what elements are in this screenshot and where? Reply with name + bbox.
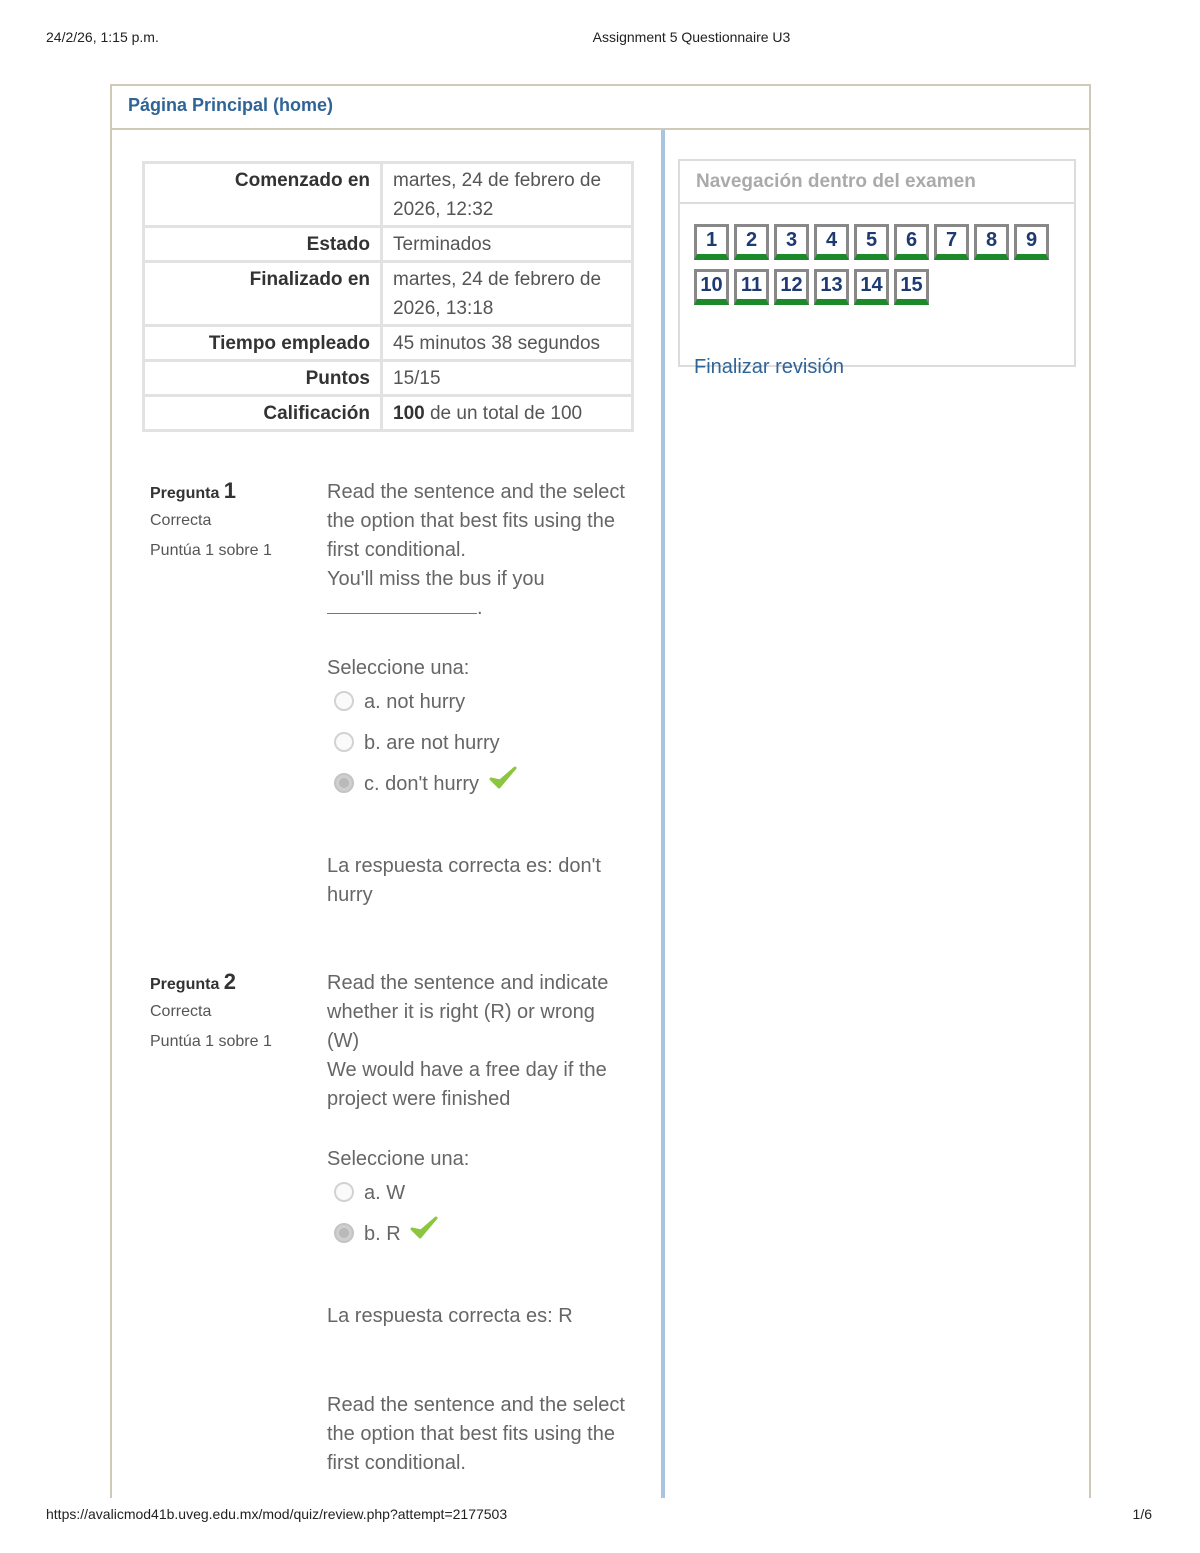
question-content: Read the sentence and indicate whether i… [327,969,627,1331]
answer-option-selected[interactable]: c. don't hurry [327,765,627,806]
nav-question-4[interactable]: 4 [814,224,849,260]
nav-question-13[interactable]: 13 [814,269,849,305]
question-text: Read the sentence and the select the opt… [327,1394,625,1474]
right-answer: La respuesta correcta es: R [327,1305,573,1327]
grade-total: de un total de 100 [424,403,583,424]
question-content: Read the sentence and the select the opt… [327,1391,627,1478]
summary-row-state: Estado Terminados [142,225,634,263]
question-sentence: You'll miss the bus if you [327,568,545,590]
summary-row-grade: Calificación 100 de un total de 100 [142,394,634,432]
select-prompt: Seleccione una: [327,1148,470,1170]
grade-score: 100 [393,403,425,424]
question-text: Read the sentence and the select the opt… [327,481,625,561]
nav-question-11[interactable]: 11 [734,269,769,305]
nav-question-5[interactable]: 5 [854,224,889,260]
answer-option[interactable]: b. are not hurry [327,724,627,765]
radio-button[interactable] [334,732,354,752]
summary-label: Puntos [142,359,383,397]
question-info: Pregunta 2 Correcta Puntúa 1 sobre 1 [150,969,315,1051]
nav-question-6[interactable]: 6 [894,224,929,260]
print-page-number: 1/6 [1132,1506,1152,1522]
print-footer: https://avalicmod41b.uveg.edu.mx/mod/qui… [0,1506,1200,1526]
answer-option[interactable]: a. not hurry [327,683,627,724]
nav-question-1[interactable]: 1 [694,224,729,260]
summary-label: Estado [142,225,383,263]
question-grade: Puntúa 1 sobre 1 [150,542,272,559]
option-label: c. don't hurry [364,773,479,795]
quiz-navigation: Navegación dentro del examen 1 2 3 4 5 6… [678,159,1076,378]
nav-question-8[interactable]: 8 [974,224,1009,260]
question-number: Pregunta 2 [150,969,237,994]
option-label: b. are not hurry [364,732,500,754]
question-blank: . [327,594,627,623]
question-grade: Puntúa 1 sobre 1 [150,1033,272,1050]
answer-option-selected[interactable]: b. R [327,1215,627,1256]
summary-label: Calificación [142,394,383,432]
nav-question-14[interactable]: 14 [854,269,889,305]
summary-label: Finalizado en [142,260,383,327]
question-text: Read the sentence and indicate whether i… [327,972,609,1052]
radio-button[interactable] [334,691,354,711]
summary-value: Terminados [380,225,634,263]
option-label: b. R [364,1223,401,1245]
print-url: https://avalicmod41b.uveg.edu.mx/mod/qui… [46,1506,508,1522]
quiz-navigation-body: 1 2 3 4 5 6 7 8 9 10 11 12 13 14 15 Fina… [678,202,1076,378]
home-link[interactable]: Página Principal (home) [128,95,333,116]
right-answer: La respuesta correcta es: don't hurry [327,855,601,906]
question-state: Correcta [150,1003,212,1020]
quiz-summary-table: Comenzado en martes, 24 de febrero de 20… [142,161,634,432]
question-content: Read the sentence and the select the opt… [327,478,627,910]
summary-row-finished: Finalizado en martes, 24 de febrero de 2… [142,260,634,327]
finish-review-link[interactable]: Finalizar revisión [694,356,844,379]
radio-button[interactable] [334,1182,354,1202]
select-prompt: Seleccione una: [327,657,470,679]
answer-option[interactable]: a. W [327,1174,627,1215]
option-label: a. not hurry [364,691,466,713]
nav-question-12[interactable]: 12 [774,269,809,305]
site-header: Página Principal (home) [110,84,1091,130]
summary-row-time: Tiempo empleado 45 minutos 38 segundos [142,324,634,362]
summary-value: 15/15 [380,359,634,397]
nav-question-10[interactable]: 10 [694,269,729,305]
question-nav-buttons: 1 2 3 4 5 6 7 8 9 10 11 12 13 14 15 [694,224,1064,314]
print-title: Assignment 5 Questionnaire U3 [592,29,791,45]
question-number: Pregunta 1 [150,478,237,503]
summary-row-started: Comenzado en martes, 24 de febrero de 20… [142,161,634,228]
quiz-navigation-title: Navegación dentro del examen [678,159,1076,204]
print-header: 24/2/26, 1:15 p.m. Assignment 5 Question… [0,29,1200,49]
summary-value: 100 de un total de 100 [380,394,634,432]
radio-button-checked[interactable] [334,773,354,793]
question-info: Pregunta 1 Correcta Puntúa 1 sobre 1 [150,478,315,560]
nav-question-2[interactable]: 2 [734,224,769,260]
nav-question-7[interactable]: 7 [934,224,969,260]
correct-check-icon [410,1215,438,1254]
summary-row-points: Puntos 15/15 [142,359,634,397]
question-sentence: We would have a free day if the project … [327,1059,607,1110]
nav-question-3[interactable]: 3 [774,224,809,260]
summary-label: Tiempo empleado [142,324,383,362]
summary-value: 45 minutos 38 segundos [380,324,634,362]
nav-question-15[interactable]: 15 [894,269,929,305]
option-label: a. W [364,1182,406,1204]
summary-label: Comenzado en [142,161,383,228]
summary-value: martes, 24 de febrero de 2026, 13:18 [380,260,634,327]
answer-blank [327,594,477,614]
summary-value: martes, 24 de febrero de 2026, 12:32 [380,161,634,228]
radio-button-checked[interactable] [334,1223,354,1243]
nav-question-9[interactable]: 9 [1014,224,1049,260]
column-divider [661,130,665,1498]
question-state: Correcta [150,512,212,529]
correct-check-icon [489,765,517,804]
